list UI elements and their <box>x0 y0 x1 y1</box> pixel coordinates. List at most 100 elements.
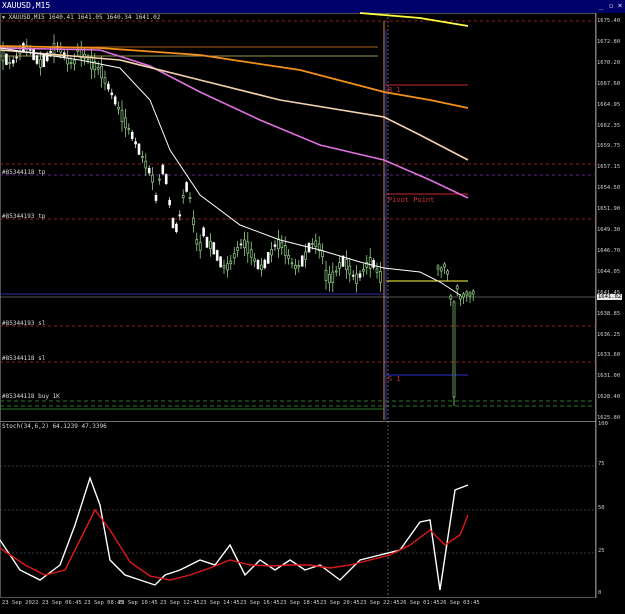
candle-body <box>468 292 472 297</box>
current-price-badge: 1641.02 <box>597 294 623 300</box>
price-axis-label: 1672.80 <box>597 38 621 45</box>
candle-body <box>379 271 382 283</box>
candle-body <box>168 199 171 206</box>
candle-body <box>321 250 324 258</box>
time-axis-label: 23 Sep 2022 <box>2 600 39 606</box>
price-axis-label: 1631.00 <box>597 373 621 380</box>
candle-body <box>32 48 35 61</box>
order-line-label-sl2: #85344118 sl <box>2 355 46 362</box>
candle-body <box>215 250 219 261</box>
candle-body <box>358 273 362 278</box>
price-axis-label: 1667.60 <box>597 80 621 87</box>
candle-body <box>455 285 459 290</box>
time-axis-label: 23 Sep 06:45 <box>42 600 82 606</box>
price-axis-label: 1654.50 <box>597 185 621 192</box>
candle-body <box>348 265 352 275</box>
candle-body <box>471 290 475 295</box>
chart-symbol-label: XAUUSD,M15 <box>8 14 45 21</box>
candle-body <box>100 65 103 79</box>
candle-body <box>195 239 199 245</box>
candle-body <box>328 274 331 284</box>
stochastic-level-label: 75 <box>598 461 605 467</box>
candle-body <box>28 49 32 51</box>
candle-body <box>246 241 250 254</box>
candle-body <box>69 62 73 65</box>
price-chart-canvas[interactable] <box>0 0 625 614</box>
candle-body <box>161 164 165 175</box>
candle-body <box>236 247 239 251</box>
candle-body <box>113 96 117 105</box>
candle-body <box>151 174 154 183</box>
ma-violet-line <box>0 47 469 199</box>
candle-body <box>144 160 148 169</box>
expand-arrow-icon[interactable]: ▼ <box>2 15 5 21</box>
candle-body <box>107 83 110 90</box>
candle-body <box>103 77 107 84</box>
candle-body <box>219 256 222 268</box>
candle-body <box>436 265 440 270</box>
stochastic-level-label: 100 <box>598 421 608 427</box>
candle-body <box>273 244 277 247</box>
order-line-label-buy: #85344118 buy 1K <box>2 393 60 400</box>
candle-body <box>355 273 358 284</box>
candle-body <box>141 156 144 158</box>
price-pane-border <box>0 13 596 422</box>
candle-body <box>90 56 93 70</box>
candle-body <box>222 265 226 269</box>
price-axis-label: 1636.25 <box>597 331 621 338</box>
candle-body <box>171 218 175 228</box>
candle-body <box>110 92 114 96</box>
candle-body <box>351 274 355 277</box>
candle-body <box>283 245 287 256</box>
candle-body <box>86 58 90 61</box>
candle-body <box>127 128 131 131</box>
candle-body <box>449 295 453 300</box>
candle-body <box>209 240 212 249</box>
ma-peach-line <box>0 49 469 161</box>
trading-platform-window: XAUUSD,M15 _ ▫ × ▼ XAUUSD,M15 1640.41 16… <box>0 0 625 614</box>
candle-body <box>134 141 137 145</box>
price-axis-label: 1628.40 <box>597 394 621 401</box>
candle-body <box>39 59 42 68</box>
stochastic-title: Stoch(34,6,2) 64.1239 47.3396 <box>2 423 107 430</box>
price-axis-label: 1670.20 <box>597 59 621 66</box>
ma-yellow-line <box>359 12 469 27</box>
candle-body <box>270 249 273 256</box>
candle-body <box>117 106 120 110</box>
stochastic-pane-border <box>0 421 596 598</box>
candle-body <box>158 178 161 181</box>
stochastic-main-line <box>0 475 469 591</box>
order-line-label-sl1: #85344193 sl <box>2 320 46 327</box>
candle-body <box>130 131 134 139</box>
candle-body <box>11 59 15 64</box>
candle-body <box>154 195 158 201</box>
stochastic-level-label: 0 <box>598 590 602 596</box>
candle-body <box>232 253 236 259</box>
candle-body <box>42 54 46 68</box>
candle-body <box>297 265 301 268</box>
candle-body <box>375 268 379 273</box>
candle-body <box>192 217 195 226</box>
candle-body <box>124 117 127 129</box>
price-axis-label: 1662.35 <box>597 122 621 129</box>
stochastic-level-label: 25 <box>598 548 605 554</box>
candle-body <box>175 223 178 232</box>
candle-body <box>239 243 243 246</box>
candle-body <box>287 255 290 259</box>
candle-body <box>5 53 8 65</box>
candle-body <box>266 252 270 264</box>
candle-body <box>181 195 185 199</box>
candle-body <box>249 249 253 258</box>
candle-body <box>256 260 260 269</box>
candle-body <box>314 240 318 247</box>
candle-body <box>372 260 375 268</box>
candle-body <box>280 241 284 248</box>
candle-body <box>15 56 18 59</box>
candle-body <box>446 270 449 275</box>
candle-body <box>253 258 256 262</box>
candle-body <box>459 295 462 300</box>
candle-body <box>188 197 192 199</box>
time-axis-label: 23 Sep 10:45 <box>118 600 158 606</box>
candle-body <box>334 270 338 273</box>
time-axis-label: 23 Sep 20:45 <box>320 600 360 606</box>
